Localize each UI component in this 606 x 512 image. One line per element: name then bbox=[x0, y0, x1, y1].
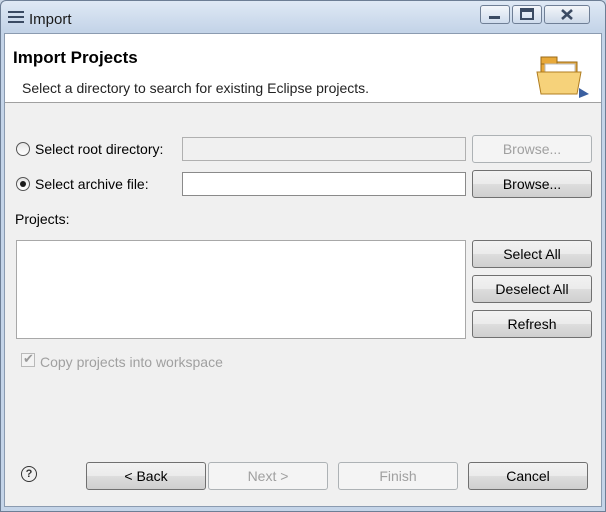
finish-button[interactable]: Finish bbox=[338, 462, 458, 490]
root-directory-radio[interactable] bbox=[16, 142, 30, 156]
next-button[interactable]: Next > bbox=[208, 462, 328, 490]
folder-icon bbox=[536, 56, 589, 98]
copy-projects-label: Copy projects into workspace bbox=[40, 354, 223, 370]
close-icon bbox=[561, 9, 573, 20]
minimize-button[interactable] bbox=[480, 5, 510, 24]
wizard-header: Import Projects Select a directory to se… bbox=[5, 34, 601, 103]
help-icon[interactable]: ? bbox=[21, 466, 37, 482]
back-button[interactable]: < Back bbox=[86, 462, 206, 490]
checkmark-icon: ✔ bbox=[23, 351, 34, 366]
projects-list[interactable] bbox=[16, 240, 466, 339]
root-directory-field[interactable] bbox=[182, 137, 466, 161]
dialog-body: Import Projects Select a directory to se… bbox=[4, 33, 602, 507]
page-description: Select a directory to search for existin… bbox=[22, 80, 370, 96]
title-bar[interactable]: Import bbox=[1, 1, 605, 33]
minimize-icon bbox=[489, 16, 500, 19]
root-directory-label: Select root directory: bbox=[35, 141, 164, 157]
deselect-all-button[interactable]: Deselect All bbox=[472, 275, 592, 303]
archive-file-field[interactable] bbox=[182, 172, 466, 196]
copy-projects-checkbox[interactable]: ✔ bbox=[21, 351, 35, 367]
root-browse-button[interactable]: Browse... bbox=[472, 135, 592, 163]
cancel-button[interactable]: Cancel bbox=[468, 462, 588, 490]
select-all-button[interactable]: Select All bbox=[472, 240, 592, 268]
projects-label: Projects: bbox=[15, 211, 70, 227]
page-title: Import Projects bbox=[13, 48, 138, 67]
refresh-button[interactable]: Refresh bbox=[472, 310, 592, 338]
archive-file-label: Select archive file: bbox=[35, 176, 149, 192]
maximize-icon bbox=[520, 8, 534, 20]
maximize-button[interactable] bbox=[512, 5, 542, 24]
archive-file-radio[interactable] bbox=[16, 177, 30, 191]
close-button[interactable] bbox=[544, 5, 590, 24]
import-dialog: Import Import Projects Select a director… bbox=[0, 0, 606, 512]
archive-browse-button[interactable]: Browse... bbox=[472, 170, 592, 198]
window-menu-icon[interactable] bbox=[7, 9, 25, 25]
window-title: Import bbox=[29, 11, 72, 28]
